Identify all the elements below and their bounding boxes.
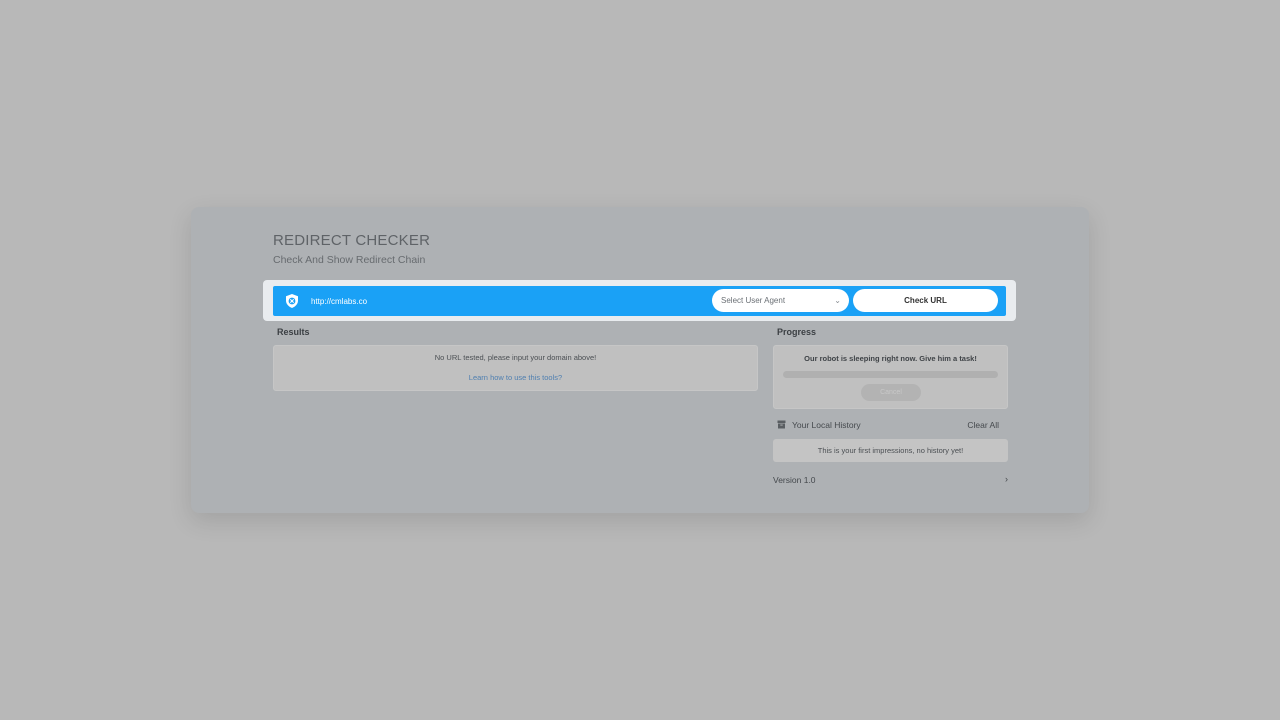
- archive-box-icon: [777, 420, 786, 429]
- progress-heading: Progress: [777, 327, 817, 337]
- search-bar-container: Select User Agent ⌄ Check URL: [263, 280, 1016, 321]
- history-empty-message: This is your first impressions, no histo…: [773, 439, 1008, 462]
- clear-all-button[interactable]: Clear All: [967, 420, 999, 430]
- url-input[interactable]: [311, 292, 701, 310]
- history-header: Your Local History Clear All: [773, 418, 1008, 434]
- user-agent-select[interactable]: Select User Agent ⌄: [712, 289, 849, 312]
- search-bar: Select User Agent ⌄ Check URL: [273, 286, 1006, 316]
- progress-panel: Our robot is sleeping right now. Give hi…: [773, 345, 1008, 409]
- history-title: Your Local History: [792, 420, 861, 430]
- results-empty-message: No URL tested, please input your domain …: [434, 353, 597, 362]
- progress-status-message: Our robot is sleeping right now. Give hi…: [804, 354, 977, 363]
- check-url-button[interactable]: Check URL: [853, 289, 998, 312]
- version-label: Version 1.0: [773, 475, 816, 485]
- chevron-down-icon: ⌄: [834, 296, 841, 305]
- cancel-button[interactable]: Cancel: [861, 384, 921, 401]
- chevron-right-icon[interactable]: ›: [1005, 474, 1008, 484]
- results-panel: No URL tested, please input your domain …: [273, 345, 758, 391]
- version-row[interactable]: Version 1.0 ›: [773, 474, 1008, 488]
- progress-bar: [783, 371, 998, 378]
- page-title: REDIRECT CHECKER: [273, 232, 431, 249]
- help-link[interactable]: Learn how to use this tools?: [274, 373, 757, 382]
- results-heading: Results: [277, 327, 310, 337]
- page-subtitle: Check And Show Redirect Chain: [273, 254, 426, 266]
- redirect-checker-panel: REDIRECT CHECKER Check And Show Redirect…: [191, 207, 1089, 513]
- shield-x-icon: [286, 294, 298, 308]
- user-agent-placeholder: Select User Agent: [721, 296, 786, 305]
